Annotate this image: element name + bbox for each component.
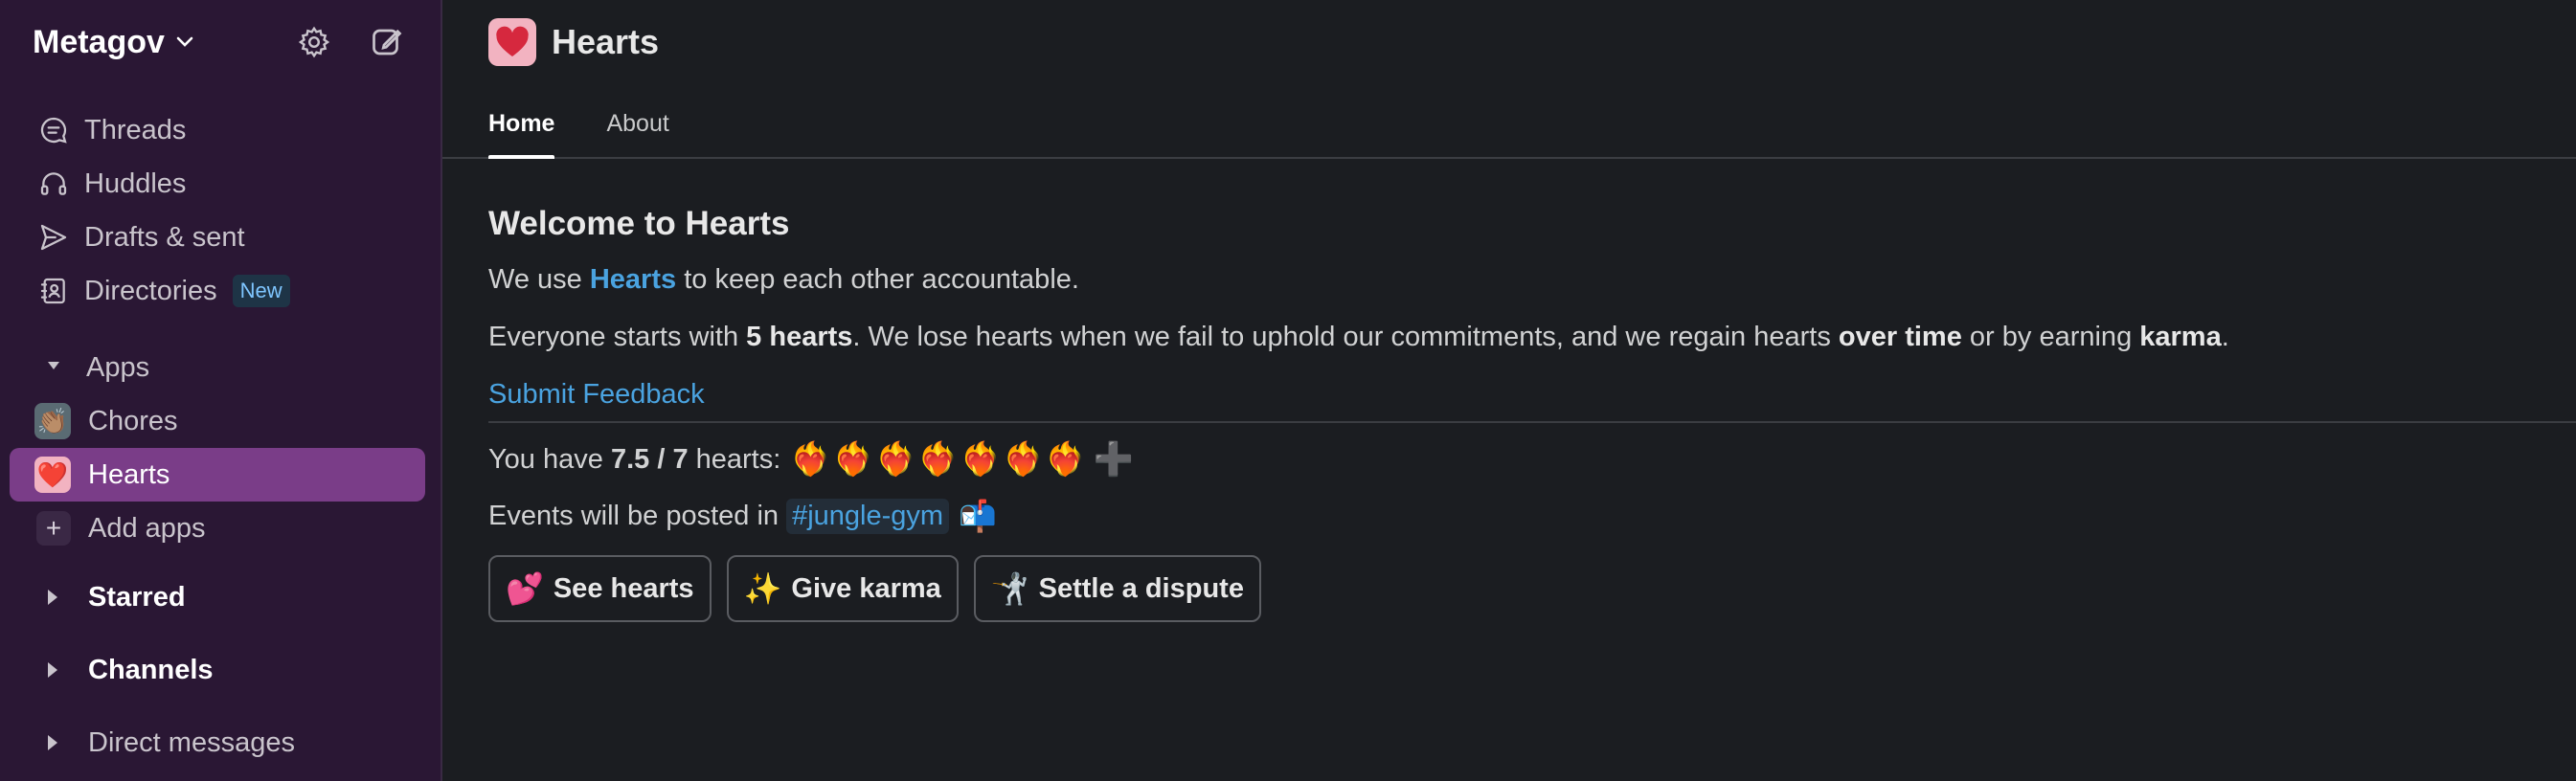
rules-paragraph: Everyone starts with 5 hearts. We lose h… (488, 318, 2576, 356)
clapping-hands-icon: 👏🏽 (34, 403, 71, 439)
intro-text: We use (488, 264, 582, 295)
add-apps-label: Add apps (88, 512, 206, 544)
tab-home[interactable]: Home (488, 110, 555, 159)
sidebar-nav: Threads Huddles Drafts & sent Directorie… (0, 84, 441, 779)
caret-right-icon (48, 735, 57, 750)
compose-icon[interactable] (366, 21, 408, 63)
hearts-status-text: You have (488, 443, 603, 475)
channels-label: Channels (88, 654, 214, 685)
channel-link[interactable]: #jungle-gym (786, 498, 950, 534)
plus-icon: + (36, 511, 71, 546)
hearts-status: You have 7.5 / 7 hearts: ❤️‍🔥 ❤️‍🔥 ❤️‍🔥 … (488, 433, 2576, 486)
intro-text: to keep each other accountable. (684, 264, 1079, 295)
threads-icon (36, 113, 71, 147)
workspace-name[interactable]: Metagov (33, 24, 165, 61)
sidebar-app-label: Chores (88, 405, 178, 436)
chevron-down-icon[interactable] (176, 36, 193, 48)
give-karma-button[interactable]: ✨ Give karma (726, 555, 959, 622)
sidebar-app-hearts[interactable]: ❤️ Hearts (10, 448, 425, 502)
rules-text: or by earning (1969, 322, 2133, 352)
workspace-actions (293, 21, 408, 63)
settle-dispute-button[interactable]: 🤺 Settle a dispute (973, 555, 1261, 622)
sidebar-item-label: Drafts & sent (84, 221, 245, 253)
app-tabs: Home About (442, 84, 2576, 159)
divider (488, 421, 2576, 423)
sidebar-item-label: Directories (84, 275, 217, 306)
hearts-display: ❤️‍🔥 ❤️‍🔥 ❤️‍🔥 ❤️‍🔥 ❤️‍🔥 ❤️‍🔥 ❤️‍🔥 ➕ (790, 440, 1134, 479)
app-header: Hearts (442, 0, 2576, 84)
directory-icon (36, 274, 71, 308)
heart-on-fire-icon: ❤️‍🔥 (917, 441, 959, 478)
action-buttons: 💕 See hearts ✨ Give karma 🤺 Settle a dis… (488, 555, 2576, 622)
hearts-count: 7.5 / 7 (610, 443, 689, 475)
welcome-heading: Welcome to Hearts (488, 205, 790, 242)
sparkles-icon: ✨ (743, 571, 782, 606)
headphones-icon (36, 167, 71, 201)
sidebar-item-label: Threads (84, 114, 187, 145)
direct-messages-section-header[interactable]: Direct messages (0, 706, 441, 779)
starred-section-header[interactable]: Starred (0, 561, 441, 634)
send-icon (36, 220, 71, 255)
sidebar-item-huddles[interactable]: Huddles (0, 157, 441, 211)
heart-on-fire-icon: ❤️‍🔥 (790, 441, 831, 478)
rules-text: Everyone starts with (488, 322, 739, 352)
caret-right-icon (48, 662, 57, 678)
rules-bold: karma (2139, 322, 2222, 352)
app-window: Metagov Threads Huddles Drafts & sent Di… (0, 0, 2576, 781)
add-apps-button[interactable]: + Add apps (0, 502, 441, 555)
feedback-row: Submit Feedback (488, 375, 2576, 413)
tab-about[interactable]: About (606, 110, 668, 157)
heart-on-fire-icon: ❤️‍🔥 (1045, 441, 1086, 478)
heart-on-fire-icon: ❤️‍🔥 (1003, 441, 1044, 478)
sidebar-app-chores[interactable]: 👏🏽 Chores (10, 394, 425, 448)
workspace-header: Metagov (0, 0, 441, 84)
sidebar-item-drafts[interactable]: Drafts & sent (0, 211, 441, 264)
see-hearts-button[interactable]: 💕 See hearts (488, 555, 712, 622)
events-info: Events will be posted in #jungle-gym 📬 (488, 486, 2576, 546)
channels-section-header[interactable]: Channels (0, 634, 441, 706)
rules-text: . (2221, 322, 2229, 352)
caret-down-icon (46, 359, 61, 376)
two-hearts-icon: 💕 (506, 571, 544, 606)
fencer-icon: 🤺 (990, 571, 1029, 606)
apps-section-header[interactable]: Apps (0, 341, 441, 394)
hearts-logo-icon (488, 18, 536, 66)
heart-on-fire-icon: ❤️‍🔥 (875, 441, 916, 478)
hearts-status-text: hearts: (695, 443, 781, 475)
button-label: See hearts (553, 572, 694, 604)
sidebar-app-label: Hearts (88, 458, 170, 490)
heart-icon: ❤️ (34, 457, 71, 493)
sidebar-item-label: Huddles (84, 167, 187, 199)
events-text: Events will be posted in (488, 500, 780, 531)
gear-icon[interactable] (293, 21, 335, 63)
direct-messages-label: Direct messages (88, 726, 295, 758)
intro-paragraph: We use Hearts to keep each other account… (488, 260, 2576, 299)
mailbox-icon: 📬 (959, 499, 997, 533)
sidebar-item-directories[interactable]: Directories New (0, 264, 441, 318)
starred-label: Starred (88, 581, 186, 613)
submit-feedback-link[interactable]: Submit Feedback (488, 379, 705, 410)
sidebar-item-threads[interactable]: Threads (0, 103, 441, 157)
button-label: Give karma (791, 572, 941, 604)
app-title[interactable]: Hearts (552, 22, 659, 62)
home-content: Welcome to Hearts We use Hearts to keep … (442, 159, 2576, 622)
caret-right-icon (48, 590, 57, 605)
sidebar: Metagov Threads Huddles Drafts & sent Di… (0, 0, 442, 781)
rules-bold: over time (1838, 322, 1962, 352)
hearts-link[interactable]: Hearts (590, 264, 676, 295)
new-badge: New (232, 275, 290, 307)
rules-text: . We lose hearts when we fail to uphold … (852, 322, 1831, 352)
heart-on-fire-icon: ❤️‍🔥 (832, 441, 873, 478)
main-panel: Hearts Home About Welcome to Hearts We u… (442, 0, 2576, 781)
plus-icon: ➕ (1093, 441, 1135, 478)
heart-on-fire-icon: ❤️‍🔥 (960, 441, 1002, 478)
rules-bold: 5 hearts (746, 322, 853, 352)
apps-label: Apps (86, 351, 150, 383)
button-label: Settle a dispute (1038, 572, 1244, 604)
